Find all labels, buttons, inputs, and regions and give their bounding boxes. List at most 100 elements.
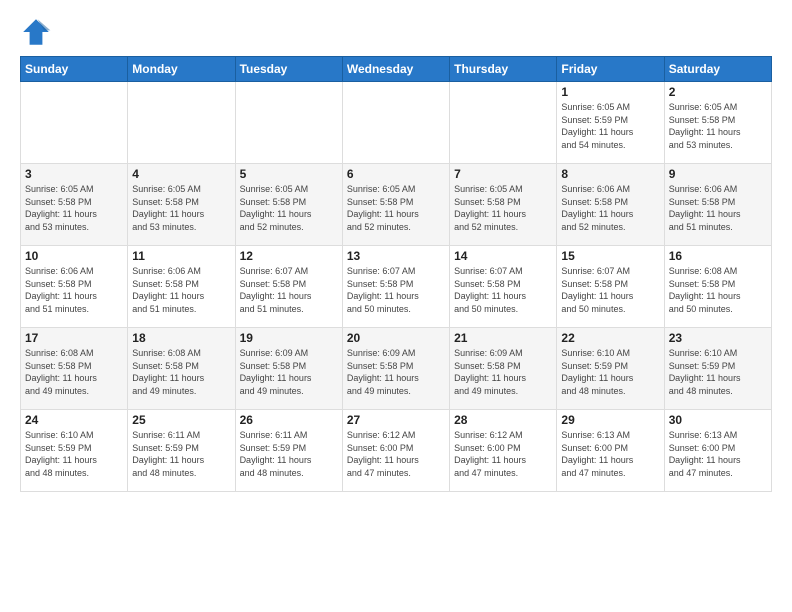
day-info: Sunrise: 6:08 AM Sunset: 5:58 PM Dayligh… (132, 347, 230, 397)
day-number: 30 (669, 413, 767, 427)
day-info: Sunrise: 6:07 AM Sunset: 5:58 PM Dayligh… (347, 265, 445, 315)
weekday-header: Saturday (664, 57, 771, 82)
weekday-header: Friday (557, 57, 664, 82)
day-number: 13 (347, 249, 445, 263)
logo-icon (20, 16, 52, 48)
calendar-cell: 20 Sunrise: 6:09 AM Sunset: 5:58 PM Dayli… (342, 328, 449, 410)
calendar-cell: 24 Sunrise: 6:10 AM Sunset: 5:59 PM Dayli… (21, 410, 128, 492)
day-info: Sunrise: 6:13 AM Sunset: 6:00 PM Dayligh… (561, 429, 659, 479)
day-info: Sunrise: 6:06 AM Sunset: 5:58 PM Dayligh… (132, 265, 230, 315)
day-number: 5 (240, 167, 338, 181)
header (20, 16, 772, 48)
day-number: 19 (240, 331, 338, 345)
day-info: Sunrise: 6:08 AM Sunset: 5:58 PM Dayligh… (669, 265, 767, 315)
calendar-week-row: 17 Sunrise: 6:08 AM Sunset: 5:58 PM Dayli… (21, 328, 772, 410)
calendar-cell (235, 82, 342, 164)
day-info: Sunrise: 6:06 AM Sunset: 5:58 PM Dayligh… (561, 183, 659, 233)
day-info: Sunrise: 6:07 AM Sunset: 5:58 PM Dayligh… (240, 265, 338, 315)
day-info: Sunrise: 6:12 AM Sunset: 6:00 PM Dayligh… (347, 429, 445, 479)
day-info: Sunrise: 6:12 AM Sunset: 6:00 PM Dayligh… (454, 429, 552, 479)
weekday-header: Monday (128, 57, 235, 82)
calendar-cell: 28 Sunrise: 6:12 AM Sunset: 6:00 PM Dayli… (450, 410, 557, 492)
calendar-cell: 10 Sunrise: 6:06 AM Sunset: 5:58 PM Dayli… (21, 246, 128, 328)
day-number: 9 (669, 167, 767, 181)
calendar-cell: 4 Sunrise: 6:05 AM Sunset: 5:58 PM Daylig… (128, 164, 235, 246)
calendar-cell (342, 82, 449, 164)
day-info: Sunrise: 6:06 AM Sunset: 5:58 PM Dayligh… (669, 183, 767, 233)
day-info: Sunrise: 6:05 AM Sunset: 5:58 PM Dayligh… (454, 183, 552, 233)
day-info: Sunrise: 6:10 AM Sunset: 5:59 PM Dayligh… (25, 429, 123, 479)
day-number: 23 (669, 331, 767, 345)
day-info: Sunrise: 6:08 AM Sunset: 5:58 PM Dayligh… (25, 347, 123, 397)
calendar-cell: 27Sunrise: 6:12 AM Sunset: 6:00 PM Dayli… (342, 410, 449, 492)
calendar-cell: 23 Sunrise: 6:10 AM Sunset: 5:59 PM Dayli… (664, 328, 771, 410)
calendar-week-row: 1Sunrise: 6:05 AM Sunset: 5:59 PM Daylig… (21, 82, 772, 164)
day-info: Sunrise: 6:05 AM Sunset: 5:58 PM Dayligh… (240, 183, 338, 233)
day-number: 6 (347, 167, 445, 181)
calendar-week-row: 10 Sunrise: 6:06 AM Sunset: 5:58 PM Dayli… (21, 246, 772, 328)
calendar-cell: 12 Sunrise: 6:07 AM Sunset: 5:58 PM Dayli… (235, 246, 342, 328)
day-number: 26 (240, 413, 338, 427)
weekday-header-row: SundayMondayTuesdayWednesdayThursdayFrid… (21, 57, 772, 82)
day-number: 10 (25, 249, 123, 263)
day-number: 16 (669, 249, 767, 263)
day-number: 3 (25, 167, 123, 181)
day-number: 29 (561, 413, 659, 427)
day-number: 24 (25, 413, 123, 427)
calendar-cell: 6 Sunrise: 6:05 AM Sunset: 5:58 PM Daylig… (342, 164, 449, 246)
weekday-header: Wednesday (342, 57, 449, 82)
calendar-cell: 19 Sunrise: 6:09 AM Sunset: 5:58 PM Dayli… (235, 328, 342, 410)
calendar-cell: 11 Sunrise: 6:06 AM Sunset: 5:58 PM Dayli… (128, 246, 235, 328)
calendar-cell: 18 Sunrise: 6:08 AM Sunset: 5:58 PM Dayli… (128, 328, 235, 410)
day-info: Sunrise: 6:11 AM Sunset: 5:59 PM Dayligh… (240, 429, 338, 479)
calendar-cell: 16 Sunrise: 6:08 AM Sunset: 5:58 PM Dayli… (664, 246, 771, 328)
day-number: 17 (25, 331, 123, 345)
calendar-cell: 17 Sunrise: 6:08 AM Sunset: 5:58 PM Dayli… (21, 328, 128, 410)
calendar-cell: 21Sunrise: 6:09 AM Sunset: 5:58 PM Dayli… (450, 328, 557, 410)
calendar-cell: 25Sunrise: 6:11 AM Sunset: 5:59 PM Dayli… (128, 410, 235, 492)
day-info: Sunrise: 6:05 AM Sunset: 5:58 PM Dayligh… (132, 183, 230, 233)
day-number: 20 (347, 331, 445, 345)
calendar-cell: 29 Sunrise: 6:13 AM Sunset: 6:00 PM Dayli… (557, 410, 664, 492)
weekday-header: Sunday (21, 57, 128, 82)
day-info: Sunrise: 6:07 AM Sunset: 5:58 PM Dayligh… (454, 265, 552, 315)
calendar-cell: 9 Sunrise: 6:06 AM Sunset: 5:58 PM Daylig… (664, 164, 771, 246)
day-info: Sunrise: 6:09 AM Sunset: 5:58 PM Dayligh… (240, 347, 338, 397)
calendar-cell: 7 Sunrise: 6:05 AM Sunset: 5:58 PM Daylig… (450, 164, 557, 246)
day-info: Sunrise: 6:05 AM Sunset: 5:58 PM Dayligh… (25, 183, 123, 233)
day-info: Sunrise: 6:05 AM Sunset: 5:58 PM Dayligh… (347, 183, 445, 233)
day-info: Sunrise: 6:10 AM Sunset: 5:59 PM Dayligh… (669, 347, 767, 397)
logo (20, 16, 56, 48)
day-number: 7 (454, 167, 552, 181)
day-info: Sunrise: 6:06 AM Sunset: 5:58 PM Dayligh… (25, 265, 123, 315)
day-number: 28 (454, 413, 552, 427)
day-number: 14 (454, 249, 552, 263)
page: SundayMondayTuesdayWednesdayThursdayFrid… (0, 0, 792, 612)
calendar: SundayMondayTuesdayWednesdayThursdayFrid… (20, 56, 772, 492)
day-number: 12 (240, 249, 338, 263)
day-number: 15 (561, 249, 659, 263)
calendar-cell: 1Sunrise: 6:05 AM Sunset: 5:59 PM Daylig… (557, 82, 664, 164)
day-info: Sunrise: 6:09 AM Sunset: 5:58 PM Dayligh… (347, 347, 445, 397)
calendar-cell: 22 Sunrise: 6:10 AM Sunset: 5:59 PM Dayli… (557, 328, 664, 410)
calendar-cell: 3 Sunrise: 6:05 AM Sunset: 5:58 PM Daylig… (21, 164, 128, 246)
weekday-header: Tuesday (235, 57, 342, 82)
calendar-cell: 15 Sunrise: 6:07 AM Sunset: 5:58 PM Dayli… (557, 246, 664, 328)
calendar-cell: 26 Sunrise: 6:11 AM Sunset: 5:59 PM Dayli… (235, 410, 342, 492)
day-number: 18 (132, 331, 230, 345)
day-number: 21 (454, 331, 552, 345)
calendar-cell (128, 82, 235, 164)
day-info: Sunrise: 6:10 AM Sunset: 5:59 PM Dayligh… (561, 347, 659, 397)
day-info: Sunrise: 6:07 AM Sunset: 5:58 PM Dayligh… (561, 265, 659, 315)
day-number: 4 (132, 167, 230, 181)
calendar-cell: 14 Sunrise: 6:07 AM Sunset: 5:58 PM Dayli… (450, 246, 557, 328)
day-number: 22 (561, 331, 659, 345)
calendar-week-row: 3 Sunrise: 6:05 AM Sunset: 5:58 PM Daylig… (21, 164, 772, 246)
day-number: 11 (132, 249, 230, 263)
calendar-cell (450, 82, 557, 164)
day-number: 1 (561, 85, 659, 99)
calendar-cell: 13 Sunrise: 6:07 AM Sunset: 5:58 PM Dayli… (342, 246, 449, 328)
calendar-cell (21, 82, 128, 164)
calendar-cell: 2Sunrise: 6:05 AM Sunset: 5:58 PM Daylig… (664, 82, 771, 164)
calendar-cell: 30Sunrise: 6:13 AM Sunset: 6:00 PM Dayli… (664, 410, 771, 492)
